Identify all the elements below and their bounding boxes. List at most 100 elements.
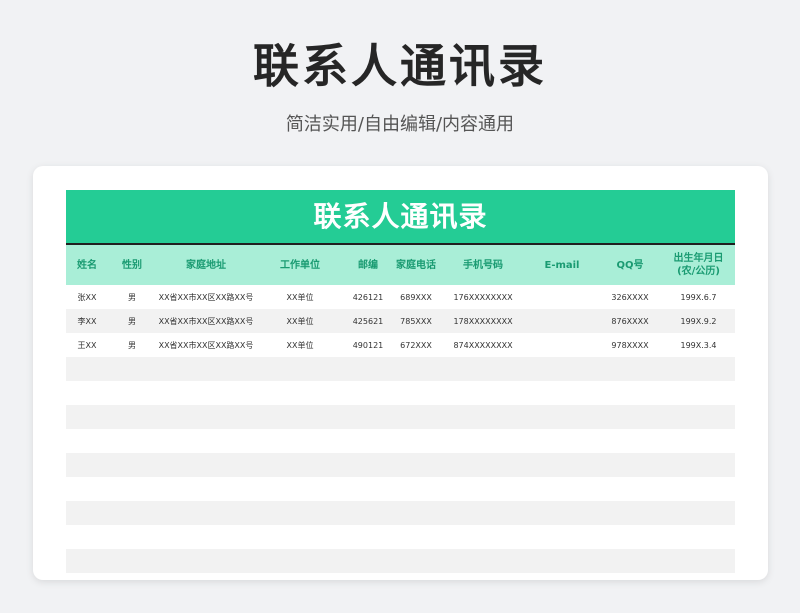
empty-cell[interactable] bbox=[662, 429, 735, 453]
empty-cell[interactable] bbox=[392, 405, 440, 429]
empty-cell[interactable] bbox=[392, 357, 440, 381]
empty-cell[interactable] bbox=[66, 381, 108, 405]
empty-cell[interactable] bbox=[662, 525, 735, 549]
empty-cell[interactable] bbox=[256, 381, 344, 405]
empty-cell[interactable] bbox=[156, 357, 256, 381]
empty-cell[interactable] bbox=[662, 501, 735, 525]
cell-workplace[interactable]: XX单位 bbox=[256, 285, 344, 309]
cell-birthday[interactable]: 199X.6.7 bbox=[662, 285, 735, 309]
col-header-workplace[interactable]: 工作单位 bbox=[256, 245, 344, 285]
cell-qq[interactable]: 876XXXX bbox=[598, 309, 662, 333]
cell-postcode[interactable]: 490121 bbox=[344, 333, 392, 357]
empty-cell[interactable] bbox=[526, 525, 598, 549]
empty-cell[interactable] bbox=[108, 405, 156, 429]
empty-cell[interactable] bbox=[108, 381, 156, 405]
empty-cell[interactable] bbox=[256, 357, 344, 381]
empty-cell[interactable] bbox=[526, 477, 598, 501]
cell-qq[interactable]: 326XXXX bbox=[598, 285, 662, 309]
empty-cell[interactable] bbox=[66, 477, 108, 501]
empty-cell[interactable] bbox=[108, 429, 156, 453]
cell-home-phone[interactable]: 689XXX bbox=[392, 285, 440, 309]
empty-cell[interactable] bbox=[598, 525, 662, 549]
empty-cell[interactable] bbox=[256, 453, 344, 477]
cell-name[interactable]: 王XX bbox=[66, 333, 108, 357]
empty-cell[interactable] bbox=[156, 381, 256, 405]
empty-cell[interactable] bbox=[156, 501, 256, 525]
col-header-birthday[interactable]: 出生年月日 (农/公历) bbox=[662, 245, 735, 285]
empty-cell[interactable] bbox=[108, 453, 156, 477]
cell-home-address[interactable]: XX省XX市XX区XX路XX号 bbox=[156, 309, 256, 333]
col-header-gender[interactable]: 性别 bbox=[108, 245, 156, 285]
cell-home-address[interactable]: XX省XX市XX区XX路XX号 bbox=[156, 333, 256, 357]
empty-cell[interactable] bbox=[256, 429, 344, 453]
col-header-qq[interactable]: QQ号 bbox=[598, 245, 662, 285]
col-header-postcode[interactable]: 邮编 bbox=[344, 245, 392, 285]
cell-home-phone[interactable]: 785XXX bbox=[392, 309, 440, 333]
empty-cell[interactable] bbox=[344, 477, 392, 501]
cell-name[interactable]: 张XX bbox=[66, 285, 108, 309]
empty-cell[interactable] bbox=[256, 405, 344, 429]
empty-cell[interactable] bbox=[392, 477, 440, 501]
empty-cell[interactable] bbox=[598, 501, 662, 525]
cell-mobile[interactable]: 176XXXXXXXX bbox=[440, 285, 526, 309]
empty-cell[interactable] bbox=[66, 501, 108, 525]
empty-cell[interactable] bbox=[344, 357, 392, 381]
empty-cell[interactable] bbox=[440, 549, 526, 573]
empty-cell[interactable] bbox=[598, 477, 662, 501]
empty-cell[interactable] bbox=[156, 453, 256, 477]
col-header-home-address[interactable]: 家庭地址 bbox=[156, 245, 256, 285]
empty-cell[interactable] bbox=[392, 429, 440, 453]
empty-cell[interactable] bbox=[66, 549, 108, 573]
cell-qq[interactable]: 978XXXX bbox=[598, 333, 662, 357]
empty-cell[interactable] bbox=[598, 405, 662, 429]
cell-name[interactable]: 李XX bbox=[66, 309, 108, 333]
empty-cell[interactable] bbox=[108, 501, 156, 525]
empty-cell[interactable] bbox=[440, 357, 526, 381]
cell-mobile[interactable]: 178XXXXXXXX bbox=[440, 309, 526, 333]
empty-cell[interactable] bbox=[344, 501, 392, 525]
empty-cell[interactable] bbox=[598, 357, 662, 381]
empty-cell[interactable] bbox=[440, 429, 526, 453]
cell-gender[interactable]: 男 bbox=[108, 285, 156, 309]
empty-cell[interactable] bbox=[526, 429, 598, 453]
col-header-email[interactable]: E-mail bbox=[526, 245, 598, 285]
empty-cell[interactable] bbox=[526, 501, 598, 525]
empty-cell[interactable] bbox=[156, 429, 256, 453]
empty-cell[interactable] bbox=[344, 381, 392, 405]
empty-cell[interactable] bbox=[344, 525, 392, 549]
cell-mobile[interactable]: 874XXXXXXXX bbox=[440, 333, 526, 357]
empty-cell[interactable] bbox=[344, 429, 392, 453]
cell-home-address[interactable]: XX省XX市XX区XX路XX号 bbox=[156, 285, 256, 309]
empty-cell[interactable] bbox=[344, 405, 392, 429]
empty-cell[interactable] bbox=[108, 477, 156, 501]
cell-gender[interactable]: 男 bbox=[108, 309, 156, 333]
empty-cell[interactable] bbox=[662, 381, 735, 405]
cell-gender[interactable]: 男 bbox=[108, 333, 156, 357]
empty-cell[interactable] bbox=[440, 501, 526, 525]
cell-email[interactable] bbox=[526, 333, 598, 357]
empty-cell[interactable] bbox=[66, 525, 108, 549]
empty-cell[interactable] bbox=[662, 549, 735, 573]
empty-cell[interactable] bbox=[156, 525, 256, 549]
empty-cell[interactable] bbox=[440, 453, 526, 477]
empty-cell[interactable] bbox=[256, 525, 344, 549]
empty-cell[interactable] bbox=[66, 357, 108, 381]
empty-cell[interactable] bbox=[662, 405, 735, 429]
empty-cell[interactable] bbox=[156, 477, 256, 501]
cell-workplace[interactable]: XX单位 bbox=[256, 309, 344, 333]
cell-email[interactable] bbox=[526, 285, 598, 309]
empty-cell[interactable] bbox=[392, 501, 440, 525]
empty-cell[interactable] bbox=[344, 549, 392, 573]
empty-cell[interactable] bbox=[392, 453, 440, 477]
empty-cell[interactable] bbox=[256, 477, 344, 501]
cell-birthday[interactable]: 199X.3.4 bbox=[662, 333, 735, 357]
empty-cell[interactable] bbox=[108, 549, 156, 573]
empty-cell[interactable] bbox=[526, 549, 598, 573]
empty-cell[interactable] bbox=[344, 453, 392, 477]
cell-birthday[interactable]: 199X.9.2 bbox=[662, 309, 735, 333]
empty-cell[interactable] bbox=[440, 405, 526, 429]
cell-postcode[interactable]: 426121 bbox=[344, 285, 392, 309]
empty-cell[interactable] bbox=[662, 477, 735, 501]
empty-cell[interactable] bbox=[598, 549, 662, 573]
empty-cell[interactable] bbox=[256, 501, 344, 525]
